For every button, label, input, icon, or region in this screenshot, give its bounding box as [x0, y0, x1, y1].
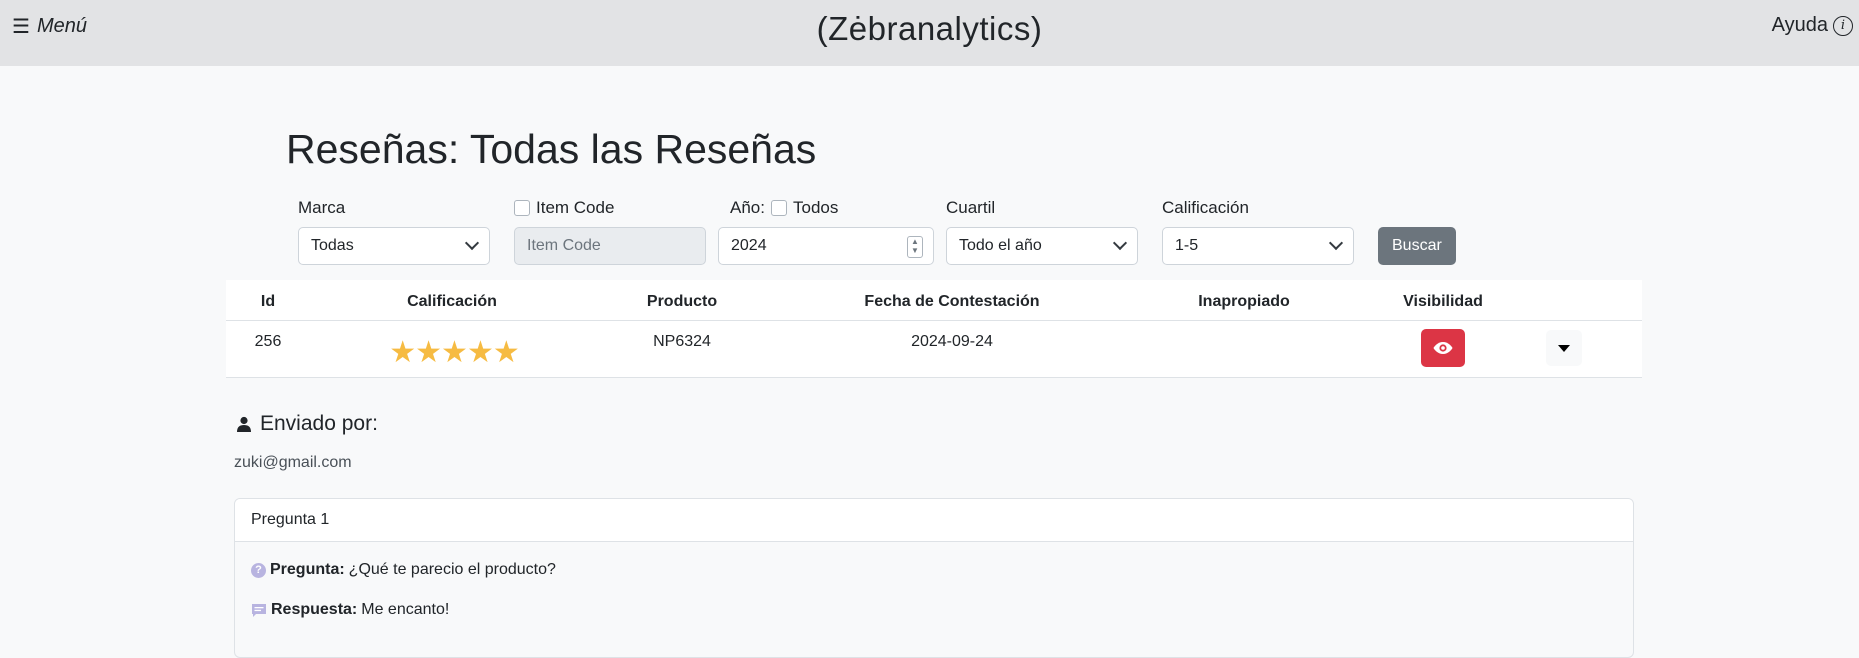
question-row: ? Pregunta: ¿Qué te parecio el producto? [251, 561, 556, 579]
top-navbar: ☰ Menú (Zėbranalytics) Ayuda i [0, 0, 1859, 66]
anio-label: Año: [730, 198, 765, 217]
question-icon: ? [251, 562, 266, 578]
column-header-fecha: Fecha de Contestación [864, 293, 1040, 310]
answer-label: Respuesta: [271, 601, 358, 618]
comment-icon [252, 603, 266, 617]
question-label: Pregunta: [270, 561, 345, 578]
column-header-inapropiado: Inapropiado [1198, 293, 1290, 310]
calificacion-label: Calificación [1162, 198, 1249, 217]
column-header-visibilidad: Visibilidad [1403, 293, 1483, 310]
help-button[interactable]: Ayuda i [1772, 14, 1853, 37]
row-expand-button[interactable] [1546, 330, 1582, 366]
row-divider [226, 377, 1642, 378]
sent-by-label: Enviado por: [260, 412, 378, 435]
header-divider [226, 320, 1642, 321]
chevron-down-icon [1112, 235, 1128, 251]
calificacion-select[interactable]: 1-5 [1162, 227, 1354, 265]
visibility-toggle-button[interactable] [1421, 329, 1465, 367]
question-text: ¿Qué te parecio el producto? [348, 561, 556, 578]
person-icon [237, 416, 251, 432]
answer-row: Respuesta: Me encanto! [251, 601, 449, 619]
anio-value: 2024 [731, 237, 767, 254]
answer-text: Me encanto! [361, 601, 450, 618]
chevron-down-icon [464, 235, 480, 251]
search-button[interactable]: Buscar [1378, 227, 1456, 265]
anio-todos-label: Todos [792, 198, 839, 217]
column-header-producto: Producto [646, 293, 718, 310]
rating-stars: ★★★★★ [389, 336, 519, 369]
row-product: NP6324 [653, 333, 711, 350]
spinner-icon[interactable]: ▲ ▼ [907, 236, 923, 258]
item-code-placeholder: Item Code [527, 237, 601, 254]
item-code-label-group: Item Code [514, 198, 614, 218]
column-header-id: Id [260, 293, 276, 310]
marca-value: Todas [311, 237, 354, 254]
question-card-header: Pregunta 1 [235, 499, 1633, 542]
page-title: Reseñas: Todas las Reseñas [286, 126, 817, 172]
item-code-label: Item Code [536, 198, 615, 217]
help-label: Ayuda [1771, 14, 1828, 36]
row-date: 2024-09-24 [911, 333, 993, 350]
info-icon: i [1833, 15, 1853, 36]
app-brand: (Zėbranalytics) [816, 10, 1043, 47]
item-code-input[interactable]: Item Code [514, 227, 706, 265]
reviews-table: Id Calificación Producto Fecha de Contes… [226, 280, 1642, 378]
chevron-down-icon [1328, 235, 1344, 251]
row-id: 256 [254, 333, 282, 350]
column-header-calificacion: Calificación [407, 293, 497, 310]
item-code-checkbox[interactable] [514, 200, 530, 216]
question-card: Pregunta 1 ? Pregunta: ¿Qué te parecio e… [234, 498, 1634, 658]
calificacion-value: 1-5 [1175, 237, 1199, 254]
sender-email: zuki@gmail.com [234, 454, 352, 471]
caret-down-icon [1558, 344, 1570, 352]
cuartil-label: Cuartil [946, 198, 996, 217]
anio-number-input[interactable]: 2024 ▲ ▼ [718, 227, 934, 265]
cuartil-value: Todo el año [959, 237, 1042, 254]
anio-label-group: Año: Todos [730, 198, 838, 218]
anio-todos-checkbox[interactable] [770, 200, 787, 216]
sent-by-heading: Enviado por: [236, 412, 378, 436]
cuartil-select[interactable]: Todo el año [946, 227, 1138, 265]
marca-label: Marca [298, 198, 346, 217]
eye-icon [1433, 342, 1453, 354]
marca-select[interactable]: Todas [298, 227, 490, 265]
